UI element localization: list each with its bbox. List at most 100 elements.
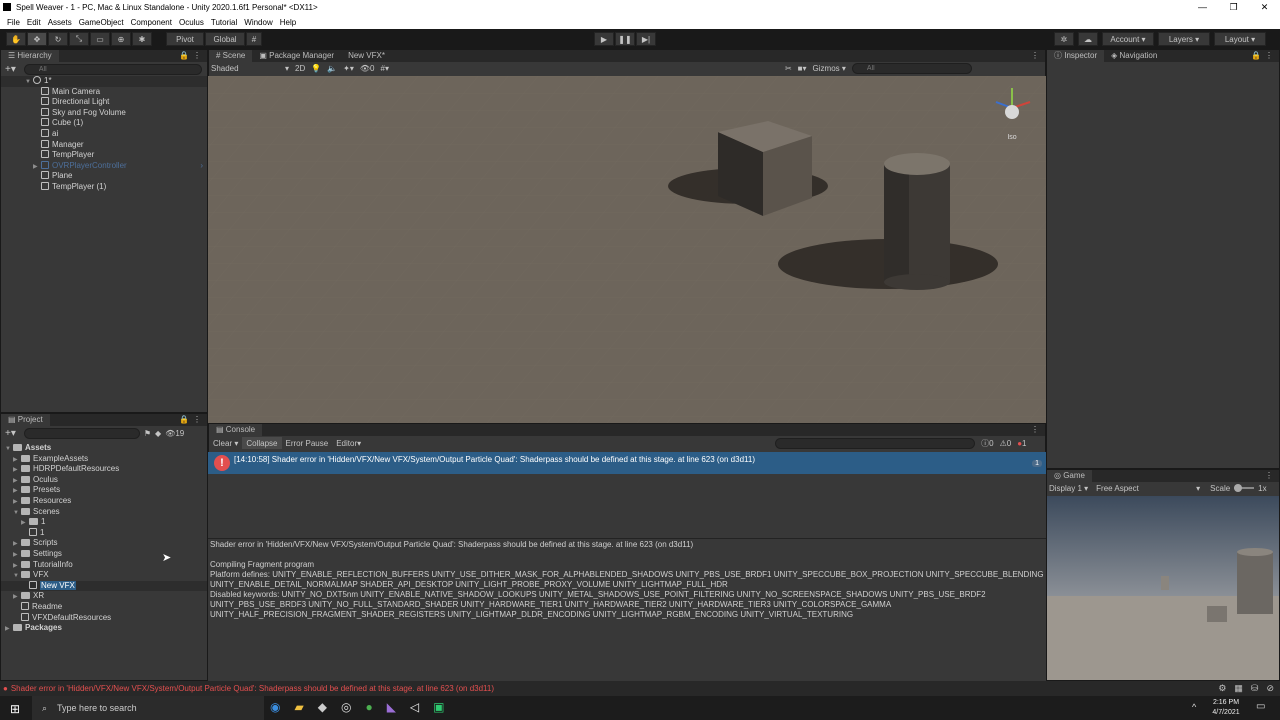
camera-settings-icon[interactable]: ■▾ (798, 64, 807, 73)
console-entry-error[interactable]: ! [14:10:58] Shader error in 'Hidden/VFX… (208, 452, 1046, 474)
hierarchy-item[interactable]: Sky and Fog Volume (1, 107, 207, 119)
tab-inspector[interactable]: ⓘ Inspector (1047, 50, 1105, 62)
filter-type-icon[interactable]: ⚑ (144, 429, 151, 438)
project-item[interactable]: ▼ VFX (1, 570, 207, 581)
collab-icon[interactable]: ✲ (1054, 32, 1074, 46)
project-search-input[interactable] (23, 428, 140, 439)
project-item[interactable]: ▶ Settings (1, 549, 207, 560)
transform-tool-icon[interactable]: ⊕ (111, 32, 131, 46)
console-search-input[interactable] (775, 437, 976, 449)
grid-snap-icon[interactable]: # (246, 32, 262, 46)
scene-search-input[interactable] (851, 63, 972, 74)
project-item[interactable]: VFXDefaultResources (1, 612, 207, 624)
add-object-button[interactable]: +▾ (5, 64, 16, 75)
aspect-dropdown[interactable]: Free Aspect ▾ (1096, 484, 1200, 493)
project-item-selected[interactable]: New VFX (1, 580, 207, 592)
project-item[interactable]: ▼ Scenes (1, 507, 207, 518)
scene-root[interactable]: ▼ 1* (1, 76, 207, 87)
effects-toggle-icon[interactable]: ✦▾ (343, 64, 354, 73)
clear-button[interactable]: Clear ▾ (209, 437, 243, 449)
project-item[interactable]: ▶ XR (1, 591, 207, 602)
expand-arrow-icon[interactable]: ▶ (13, 550, 21, 561)
app-icon[interactable]: ◆ (318, 700, 327, 714)
layout-dropdown[interactable]: Layout ▾ (1214, 32, 1266, 46)
hidden-objects-icon[interactable]: 👁0 (360, 64, 375, 73)
lock-icon[interactable]: 🔒 (1251, 51, 1261, 60)
status-bar[interactable]: ● Shader error in 'Hidden/VFX/New VFX/Sy… (0, 681, 1280, 696)
menu-file[interactable]: File (7, 18, 20, 27)
hierarchy-item[interactable]: TempPlayer (1) (1, 181, 207, 193)
hand-tool-icon[interactable]: ✋ (6, 32, 26, 46)
menu-help[interactable]: Help (280, 18, 296, 27)
tab-console[interactable]: ▤ Console (209, 424, 263, 436)
project-item[interactable]: ▶ ExampleAssets (1, 454, 207, 465)
xbox-icon[interactable]: ● (365, 700, 372, 714)
step-button[interactable]: ▶| (636, 32, 656, 46)
hierarchy-item[interactable]: Plane (1, 171, 207, 182)
move-tool-icon[interactable]: ✥ (27, 32, 47, 46)
create-asset-button[interactable]: +▾ (5, 428, 16, 439)
tab-hierarchy[interactable]: ☰ Hierarchy (1, 50, 59, 62)
tab-new-vfx[interactable]: New VFX* (341, 50, 392, 62)
tab-game[interactable]: ◎ Game (1047, 470, 1092, 482)
error-pause-toggle[interactable]: Error Pause (281, 437, 333, 449)
expand-arrow-icon[interactable]: ▶ (13, 497, 21, 508)
scene-viewport[interactable]: Iso (208, 76, 1046, 423)
kebab-menu-icon[interactable]: ⋮ (1265, 51, 1273, 60)
lock-icon[interactable]: 🔒 (179, 415, 189, 424)
kebab-menu-icon[interactable]: ⋮ (1265, 471, 1273, 480)
progress-icon[interactable]: ▦ (1234, 683, 1243, 694)
expand-arrow-icon[interactable]: ▼ (13, 571, 21, 582)
hierarchy-item-prefab[interactable]: ▶ OVRPlayerController › (1, 160, 207, 173)
lighting-toggle-icon[interactable]: 💡 (311, 64, 321, 73)
chevron-right-icon[interactable]: › (200, 161, 203, 172)
projection-label[interactable]: Iso (988, 134, 1036, 141)
notifications-icon[interactable]: ▭ (1256, 701, 1265, 712)
obs-icon[interactable]: ◎ (341, 700, 351, 714)
menu-oculus[interactable]: Oculus (179, 18, 204, 27)
taskbar-search[interactable]: ⌕ Type here to search (32, 696, 264, 720)
maximize-button[interactable]: ❐ (1218, 0, 1249, 15)
scale-slider[interactable] (1234, 484, 1255, 492)
tab-package-manager[interactable]: ▣ Package Manager (252, 50, 341, 62)
expand-arrow-icon[interactable]: ▶ (5, 624, 13, 635)
pause-button[interactable]: ❚❚ (615, 32, 635, 46)
filter-label-icon[interactable]: ◆ (155, 429, 161, 438)
expand-arrow-icon[interactable]: ▼ (13, 508, 21, 519)
warning-count-toggle[interactable]: ⚠0 (1000, 439, 1012, 448)
kebab-menu-icon[interactable]: ⋮ (1031, 425, 1039, 434)
minimize-button[interactable]: — (1187, 0, 1218, 15)
layers-dropdown[interactable]: Layers ▾ (1158, 32, 1210, 46)
kebab-menu-icon[interactable]: ⋮ (193, 51, 201, 60)
log-count-toggle[interactable]: ⓘ0 (981, 438, 993, 449)
editor-dropdown[interactable]: Editor ▾ (332, 437, 366, 449)
collapse-toggle[interactable]: Collapse (242, 437, 282, 449)
cloud-icon[interactable]: ☁ (1078, 32, 1098, 46)
rect-tool-icon[interactable]: ▭ (90, 32, 110, 46)
audio-toggle-icon[interactable]: 🔈 (327, 64, 337, 73)
hierarchy-search-input[interactable] (23, 64, 202, 75)
project-item[interactable]: ▼ Assets (1, 443, 207, 454)
hierarchy-item[interactable]: Manager (1, 139, 207, 151)
tab-navigation[interactable]: ◈ Navigation (1104, 50, 1164, 62)
cache-icon[interactable]: ⛁ (1251, 683, 1259, 694)
hidden-packages-icon[interactable]: 👁19 (165, 429, 184, 438)
expand-arrow-icon[interactable]: ▼ (25, 77, 33, 88)
project-item[interactable]: Readme (1, 601, 207, 613)
auto-generate-icon[interactable]: ⚙ (1218, 683, 1226, 694)
visual-studio-icon[interactable]: ◣ (387, 700, 396, 714)
menu-window[interactable]: Window (244, 18, 272, 27)
debug-icon[interactable]: ⊘ (1266, 683, 1274, 694)
console-divider[interactable] (208, 538, 1046, 539)
menu-component[interactable]: Component (131, 18, 172, 27)
project-item[interactable]: ▶ Oculus (1, 475, 207, 486)
scene-gizmo[interactable]: Iso (988, 84, 1036, 144)
pivot-toggle[interactable]: Pivot (166, 32, 204, 46)
file-explorer-icon[interactable]: ▰ (294, 700, 303, 714)
menu-assets[interactable]: Assets (48, 18, 72, 27)
project-item[interactable]: ▶ HDRPDefaultResources (1, 464, 207, 475)
expand-arrow-icon[interactable]: ▶ (33, 162, 41, 173)
hierarchy-item[interactable]: Main Camera (1, 86, 207, 98)
game-viewport[interactable] (1047, 496, 1279, 680)
discord-icon[interactable]: ▣ (433, 700, 444, 714)
